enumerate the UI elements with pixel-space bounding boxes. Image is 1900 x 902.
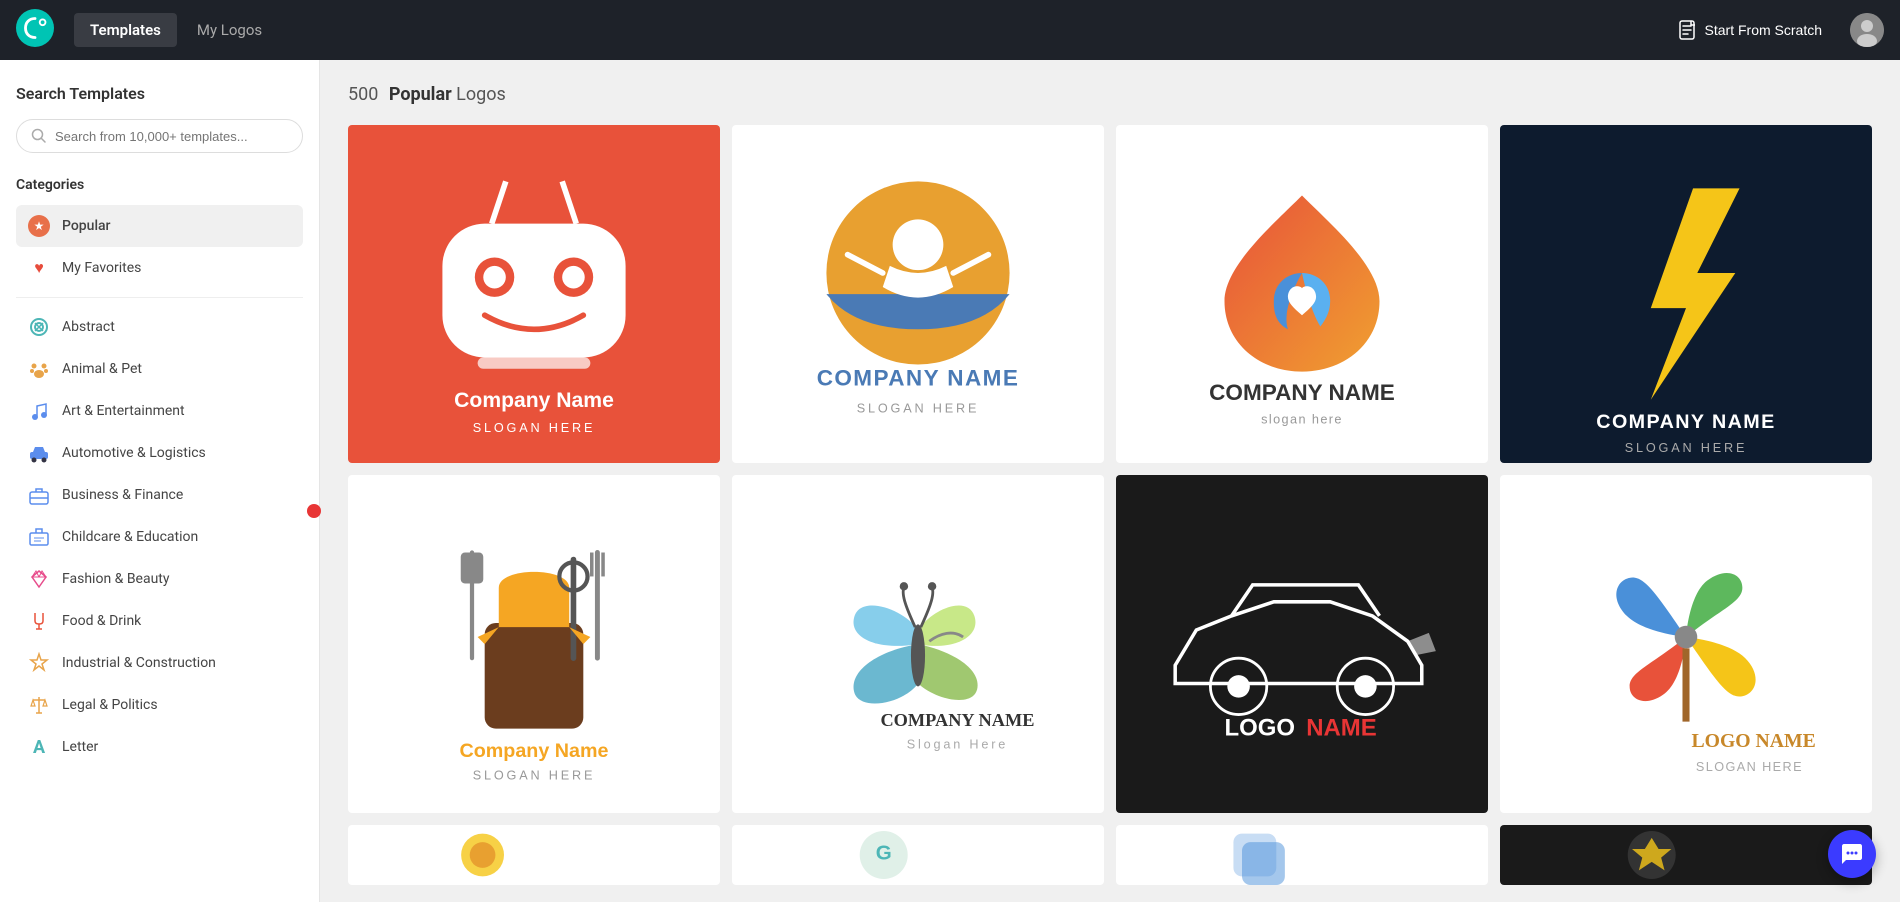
sidebar-title: Search Templates	[16, 84, 303, 103]
logo-card[interactable]: COMPANY NAME SLOGAN HERE	[732, 125, 1104, 463]
logo-grid: Company Name SLOGAN HERE COMPA	[348, 125, 1872, 885]
svg-text:slogan here: slogan here	[1261, 413, 1343, 427]
svg-text:COMPANY NAME: COMPANY NAME	[1209, 380, 1395, 405]
sidebar-item-animal[interactable]: Animal & Pet	[16, 348, 303, 390]
nav-logos[interactable]: My Logos	[181, 13, 278, 47]
paw-icon	[28, 358, 50, 380]
music-icon	[28, 400, 50, 422]
divider	[16, 297, 303, 298]
search-icon	[31, 128, 47, 144]
document-icon	[1679, 20, 1697, 40]
sidebar-item-industrial[interactable]: Industrial & Construction	[16, 642, 303, 684]
sidebar-item-fashion[interactable]: Fashion & Beauty	[16, 558, 303, 600]
briefcase-icon	[28, 484, 50, 506]
svg-text:SLOGAN HERE: SLOGAN HERE	[1625, 441, 1748, 455]
categories-title: Categories	[16, 177, 303, 193]
svg-text:LOGO NAME: LOGO NAME	[1691, 730, 1815, 752]
app-logo[interactable]	[16, 9, 74, 51]
industrial-icon	[28, 652, 50, 674]
logo-card[interactable]: COMPANY NAME Slogan Here	[732, 475, 1104, 813]
sidebar-item-letter[interactable]: A Letter	[16, 726, 303, 768]
sidebar-item-food[interactable]: Food & Drink	[16, 600, 303, 642]
svg-text:LOGO: LOGO	[1224, 715, 1294, 742]
letter-icon: A	[28, 736, 50, 758]
svg-text:G: G	[876, 842, 892, 865]
legal-icon	[28, 694, 50, 716]
svg-text:COMPANY NAME: COMPANY NAME	[1596, 411, 1775, 433]
svg-text:Company Name: Company Name	[459, 740, 608, 762]
logo-card[interactable]	[348, 825, 720, 885]
sidebar-item-popular[interactable]: ★ Popular	[16, 205, 303, 247]
svg-text:COMPANY NAME: COMPANY NAME	[817, 366, 1020, 391]
logo-card[interactable]	[1116, 825, 1488, 885]
logo-card[interactable]: LOGO NAME SLOGAN HERE	[1500, 475, 1872, 813]
sidebar-item-legal[interactable]: Legal & Politics	[16, 684, 303, 726]
svg-text:COMPANY NAME: COMPANY NAME	[880, 710, 1034, 730]
start-from-scratch-button[interactable]: Start From Scratch	[1667, 12, 1834, 48]
user-avatar[interactable]	[1850, 13, 1884, 47]
diamond-icon	[28, 568, 50, 590]
food-icon	[28, 610, 50, 632]
logo-card[interactable]	[1500, 825, 1872, 885]
result-count: 500	[348, 84, 378, 105]
search-box	[16, 119, 303, 153]
heart-icon: ♥	[28, 257, 50, 279]
search-input[interactable]	[55, 129, 288, 144]
logo-card[interactable]: Company Name SLOGAN HERE	[348, 125, 720, 463]
logo-card[interactable]: COMPANY NAME SLOGAN HERE	[1500, 125, 1872, 463]
education-icon	[28, 526, 50, 548]
svg-text:Company Name: Company Name	[454, 389, 614, 412]
svg-text:Slogan Here: Slogan Here	[907, 738, 1008, 752]
sidebar-item-abstract[interactable]: Abstract	[16, 306, 303, 348]
logo-card[interactable]: COMPANY NAME slogan here	[1116, 125, 1488, 463]
svg-text:SLOGAN HERE: SLOGAN HERE	[1696, 760, 1803, 774]
category-label: Popular	[389, 84, 452, 105]
popular-icon: ★	[28, 215, 50, 237]
sidebar: Search Templates Categories ★ Popular ♥ …	[0, 60, 320, 902]
svg-text:SLOGAN HERE: SLOGAN HERE	[473, 769, 596, 783]
abstract-icon	[28, 316, 50, 338]
car-icon	[28, 442, 50, 464]
nav-templates[interactable]: Templates	[74, 13, 177, 47]
chat-icon	[1840, 842, 1864, 866]
sidebar-item-art[interactable]: Art & Entertainment	[16, 390, 303, 432]
content-area: 500 Popular Logos	[320, 60, 1900, 902]
logo-card[interactable]: LOGO NAME	[1116, 475, 1488, 813]
sidebar-item-childcare[interactable]: Childcare & Education	[16, 516, 303, 558]
content-header: 500 Popular Logos	[348, 84, 1872, 105]
header: Templates My Logos Start From Scratch	[0, 0, 1900, 60]
main-layout: Search Templates Categories ★ Popular ♥ …	[0, 60, 1900, 902]
svg-text:SLOGAN HERE: SLOGAN HERE	[473, 421, 596, 435]
main-nav: Templates My Logos	[74, 13, 1667, 47]
logo-card[interactable]: G	[732, 825, 1104, 885]
content-type: Logos	[456, 84, 506, 105]
sidebar-item-business[interactable]: Business & Finance	[16, 474, 303, 516]
chat-bubble-button[interactable]	[1828, 830, 1876, 878]
sidebar-item-auto[interactable]: Automotive & Logistics	[16, 432, 303, 474]
sidebar-item-favorites[interactable]: ♥ My Favorites	[16, 247, 303, 289]
svg-text:SLOGAN HERE: SLOGAN HERE	[857, 401, 980, 415]
logo-card[interactable]: Company Name SLOGAN HERE	[348, 475, 720, 813]
svg-text:NAME: NAME	[1306, 715, 1377, 742]
header-actions: Start From Scratch	[1667, 12, 1884, 48]
